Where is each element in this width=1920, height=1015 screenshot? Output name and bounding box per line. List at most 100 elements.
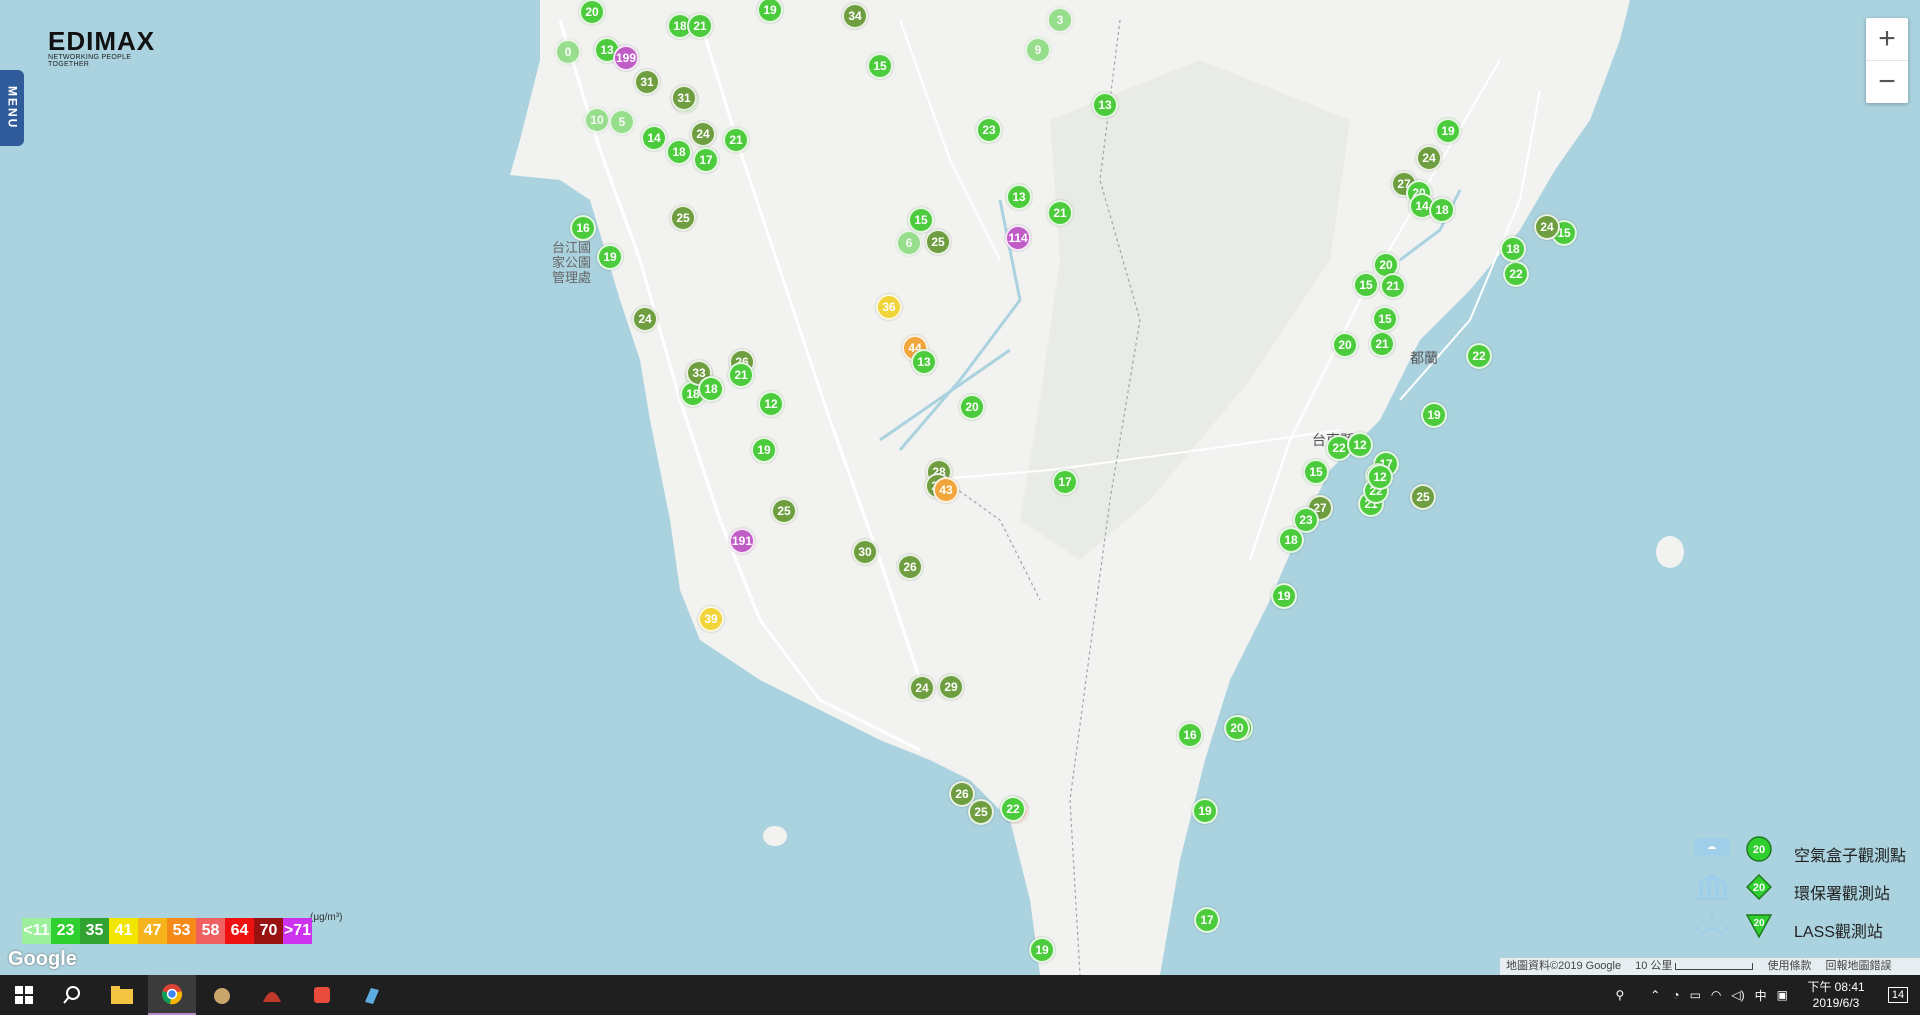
station-marker[interactable]: 39 xyxy=(698,606,724,632)
station-marker[interactable]: 6 xyxy=(896,230,922,256)
station-marker[interactable]: 18 xyxy=(1429,197,1455,223)
wifi-icon[interactable]: ◠ xyxy=(1711,988,1721,1002)
map-data-credit: 地圖資料©2019 Google xyxy=(1506,960,1622,972)
station-marker[interactable]: 25 xyxy=(925,229,951,255)
people-icon[interactable]: ⚲ xyxy=(1615,988,1624,1002)
station-marker[interactable]: 13 xyxy=(1092,92,1118,118)
station-marker[interactable]: 19 xyxy=(1271,583,1297,609)
map-canvas[interactable]: 台東縣 都蘭 台江國家公園管理處 20191821343013199159311… xyxy=(0,0,1920,975)
station-marker[interactable]: 15 xyxy=(908,207,934,233)
file-explorer-icon[interactable] xyxy=(98,975,146,1015)
ime-indicator[interactable]: 中 xyxy=(1755,987,1767,1004)
station-marker[interactable]: 26 xyxy=(897,554,923,580)
zoom-in-button[interactable]: + xyxy=(1866,18,1908,60)
station-marker[interactable]: 19 xyxy=(751,437,777,463)
terms-link[interactable]: 使用條款 xyxy=(1767,958,1811,975)
battery-icon[interactable]: ▭ xyxy=(1690,988,1701,1002)
station-marker[interactable]: 5 xyxy=(609,109,635,135)
station-marker[interactable]: 18 xyxy=(698,376,724,402)
search-icon[interactable] xyxy=(48,975,96,1015)
station-marker[interactable]: 3 xyxy=(1047,7,1073,33)
report-error-link[interactable]: 回報地圖錯誤 xyxy=(1825,958,1891,975)
station-marker[interactable]: 25 xyxy=(1410,484,1436,510)
network-icon[interactable]: ◔ xyxy=(1672,988,1679,1002)
station-marker[interactable]: 21 xyxy=(728,362,754,388)
station-marker[interactable]: 12 xyxy=(758,391,784,417)
station-marker[interactable]: 21 xyxy=(1380,273,1406,299)
station-marker[interactable]: 17 xyxy=(1052,469,1078,495)
windows-start-icon[interactable] xyxy=(0,975,48,1015)
legend-epa[interactable]: 20 環保署觀測站 xyxy=(1680,872,1920,910)
chevron-up-icon[interactable]: ⌃ xyxy=(1650,988,1660,1002)
station-marker[interactable]: 16 xyxy=(1177,722,1203,748)
station-marker[interactable]: 29 xyxy=(938,674,964,700)
station-marker[interactable]: 25 xyxy=(670,205,696,231)
station-marker[interactable]: 18 xyxy=(666,139,692,165)
station-marker[interactable]: 15 xyxy=(1372,306,1398,332)
station-marker[interactable]: 25 xyxy=(968,799,994,825)
station-marker[interactable]: 19 xyxy=(1029,937,1055,963)
station-marker[interactable]: 22 xyxy=(1466,343,1492,369)
station-marker[interactable]: 31 xyxy=(671,85,697,111)
app-icon-1[interactable] xyxy=(198,975,246,1015)
legend-lass[interactable]: 20 LASS觀測站 xyxy=(1680,910,1920,948)
station-marker[interactable]: 15 xyxy=(1353,272,1379,298)
station-marker[interactable]: 24 xyxy=(1416,145,1442,171)
station-marker[interactable]: 17 xyxy=(1194,907,1220,933)
station-marker[interactable]: 31 xyxy=(634,69,660,95)
app-icon-4[interactable] xyxy=(348,975,396,1015)
station-marker[interactable]: 12 xyxy=(1347,432,1373,458)
station-marker[interactable]: 21 xyxy=(687,13,713,39)
station-marker[interactable]: 24 xyxy=(632,306,658,332)
station-marker[interactable]: 25 xyxy=(771,498,797,524)
station-marker[interactable]: 191 xyxy=(729,528,755,554)
station-marker[interactable]: 21 xyxy=(1047,200,1073,226)
station-marker[interactable]: 20 xyxy=(1224,715,1250,741)
station-marker[interactable]: 15 xyxy=(1303,459,1329,485)
app-icon-3[interactable] xyxy=(298,975,346,1015)
station-marker[interactable]: 43 xyxy=(933,477,959,503)
station-marker[interactable]: 34 xyxy=(842,3,868,29)
clock[interactable]: 下午 08:41 2019/6/3 xyxy=(1796,979,1876,1011)
station-marker[interactable]: 13 xyxy=(1006,184,1032,210)
volume-icon[interactable]: ◁) xyxy=(1731,988,1744,1002)
station-marker[interactable]: 19 xyxy=(1421,402,1447,428)
station-marker[interactable]: 20 xyxy=(579,0,605,25)
station-marker[interactable]: 15 xyxy=(867,53,893,79)
app-icon-2[interactable] xyxy=(248,975,296,1015)
edimax-logo[interactable]: EDIMAX NETWORKING PEOPLE TOGETHER xyxy=(48,28,173,68)
station-marker[interactable]: 24 xyxy=(690,121,716,147)
menu-tab[interactable]: MENU xyxy=(0,70,24,146)
station-marker[interactable]: 199 xyxy=(613,45,639,71)
station-marker[interactable]: 21 xyxy=(723,127,749,153)
station-marker[interactable]: 22 xyxy=(1000,796,1026,822)
station-marker[interactable]: 19 xyxy=(1435,118,1461,144)
station-marker[interactable]: 9 xyxy=(1025,37,1051,63)
station-marker[interactable]: 18 xyxy=(1278,527,1304,553)
zoom-out-button[interactable]: − xyxy=(1866,60,1908,103)
station-marker[interactable]: 17 xyxy=(693,147,719,173)
station-marker[interactable]: 16 xyxy=(570,215,596,241)
notifications-button[interactable]: 14 xyxy=(1876,975,1920,1015)
legend-airbox[interactable]: 20 空氣盒子觀測點 xyxy=(1680,834,1920,872)
station-marker[interactable]: 36 xyxy=(876,294,902,320)
station-marker[interactable]: 18 xyxy=(1500,236,1526,262)
chrome-icon[interactable] xyxy=(148,975,196,1015)
station-marker[interactable]: 10 xyxy=(584,107,610,133)
station-marker[interactable]: 22 xyxy=(1503,261,1529,287)
station-marker[interactable]: 13 xyxy=(911,349,937,375)
station-marker[interactable]: 20 xyxy=(959,394,985,420)
station-marker[interactable]: 30 xyxy=(852,539,878,565)
station-marker[interactable]: 14 xyxy=(641,125,667,151)
station-marker[interactable]: 23 xyxy=(976,117,1002,143)
station-marker[interactable]: 19 xyxy=(597,244,623,270)
station-marker[interactable]: 24 xyxy=(909,675,935,701)
station-marker[interactable]: 19 xyxy=(1192,798,1218,824)
station-marker[interactable]: 24 xyxy=(1534,214,1560,240)
station-marker[interactable]: 0 xyxy=(555,39,581,65)
station-marker[interactable]: 12 xyxy=(1367,464,1393,490)
station-marker[interactable]: 114 xyxy=(1005,225,1031,251)
station-marker[interactable]: 21 xyxy=(1369,331,1395,357)
station-marker[interactable]: 20 xyxy=(1332,332,1358,358)
keyboard-icon[interactable]: ▣ xyxy=(1777,988,1788,1002)
